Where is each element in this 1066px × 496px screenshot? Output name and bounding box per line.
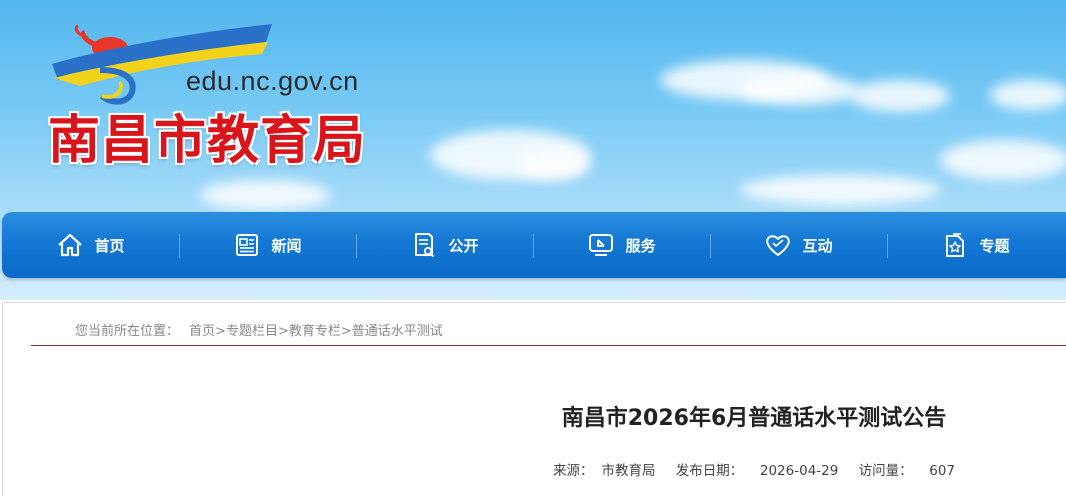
breadcrumb-divider <box>31 345 1066 346</box>
main-nav: 首页 新闻 公开 服务 互动 专题 <box>2 212 1066 278</box>
meta-date: 发布日期： 2026-04-29 <box>672 463 843 479</box>
meta-source: 来源： 市教育局 <box>549 463 660 479</box>
document-search-icon <box>415 233 435 258</box>
breadcrumb-link-topics[interactable]: 专题栏目 <box>226 324 278 339</box>
nav-label: 新闻 <box>271 236 302 255</box>
cloud-decoration <box>740 75 860 105</box>
site-logo[interactable]: edu.nc.gov.cn 南昌市教育局 <box>40 20 380 171</box>
nav-item-topics[interactable]: 专题 <box>887 212 1064 278</box>
meta-views-value: 607 <box>929 463 956 479</box>
star-document-icon <box>946 233 965 257</box>
nav-label: 服务 <box>625 236 656 255</box>
nav-label: 专题 <box>979 236 1010 255</box>
nav-item-interact[interactable]: 互动 <box>710 212 887 278</box>
cloud-decoration <box>200 180 330 210</box>
nav-item-disclosure[interactable]: 公开 <box>356 212 533 278</box>
meta-date-value: 2026-04-29 <box>759 463 839 479</box>
breadcrumb-link-education[interactable]: 教育专栏 <box>289 324 341 339</box>
breadcrumb-link-mandarin-test[interactable]: 普通话水平测试 <box>352 324 443 339</box>
cloud-decoration <box>990 80 1066 110</box>
site-title: 南昌市教育局 <box>48 111 367 171</box>
nav-item-service[interactable]: 服务 <box>533 212 710 278</box>
nav-label: 互动 <box>802 236 833 255</box>
heart-icon <box>766 235 791 256</box>
nav-item-home[interactable]: 首页 <box>2 212 179 278</box>
service-monitor-icon <box>589 234 614 256</box>
content-panel: 您当前所在位置： 首页>专题栏目>教育专栏>普通话水平测试 南昌市2026年6月普… <box>2 302 1066 496</box>
site-domain: edu.nc.gov.cn <box>186 66 359 96</box>
cloud-decoration <box>850 80 950 112</box>
cloud-decoration <box>740 175 940 205</box>
breadcrumb-separator: > <box>340 324 352 339</box>
breadcrumb-prefix: 您当前所在位置： <box>75 324 180 339</box>
meta-date-label: 发布日期： <box>675 463 744 479</box>
cloud-decoration <box>940 140 1066 180</box>
breadcrumb-separator: > <box>277 324 289 339</box>
meta-views: 访问量： 607 <box>855 463 959 479</box>
breadcrumb-link-home[interactable]: 首页 <box>189 324 215 339</box>
newspaper-icon <box>236 234 259 256</box>
cloud-decoration <box>520 150 590 180</box>
meta-source-value: 市教育局 <box>601 463 656 479</box>
meta-source-label: 来源： <box>552 463 594 479</box>
breadcrumb: 您当前所在位置： 首页>专题栏目>教育专栏>普通话水平测试 <box>75 320 443 339</box>
article-title: 南昌市2026年6月普通话水平测试公告 <box>561 406 947 431</box>
nav-label: 公开 <box>448 236 479 255</box>
meta-views-label: 访问量： <box>858 463 913 479</box>
breadcrumb-separator: > <box>215 324 226 339</box>
article-meta: 来源： 市教育局 发布日期： 2026-04-29 访问量： 607 <box>3 459 1066 479</box>
home-icon <box>58 233 83 257</box>
nav-label: 首页 <box>94 236 125 255</box>
nav-item-news[interactable]: 新闻 <box>179 212 356 278</box>
